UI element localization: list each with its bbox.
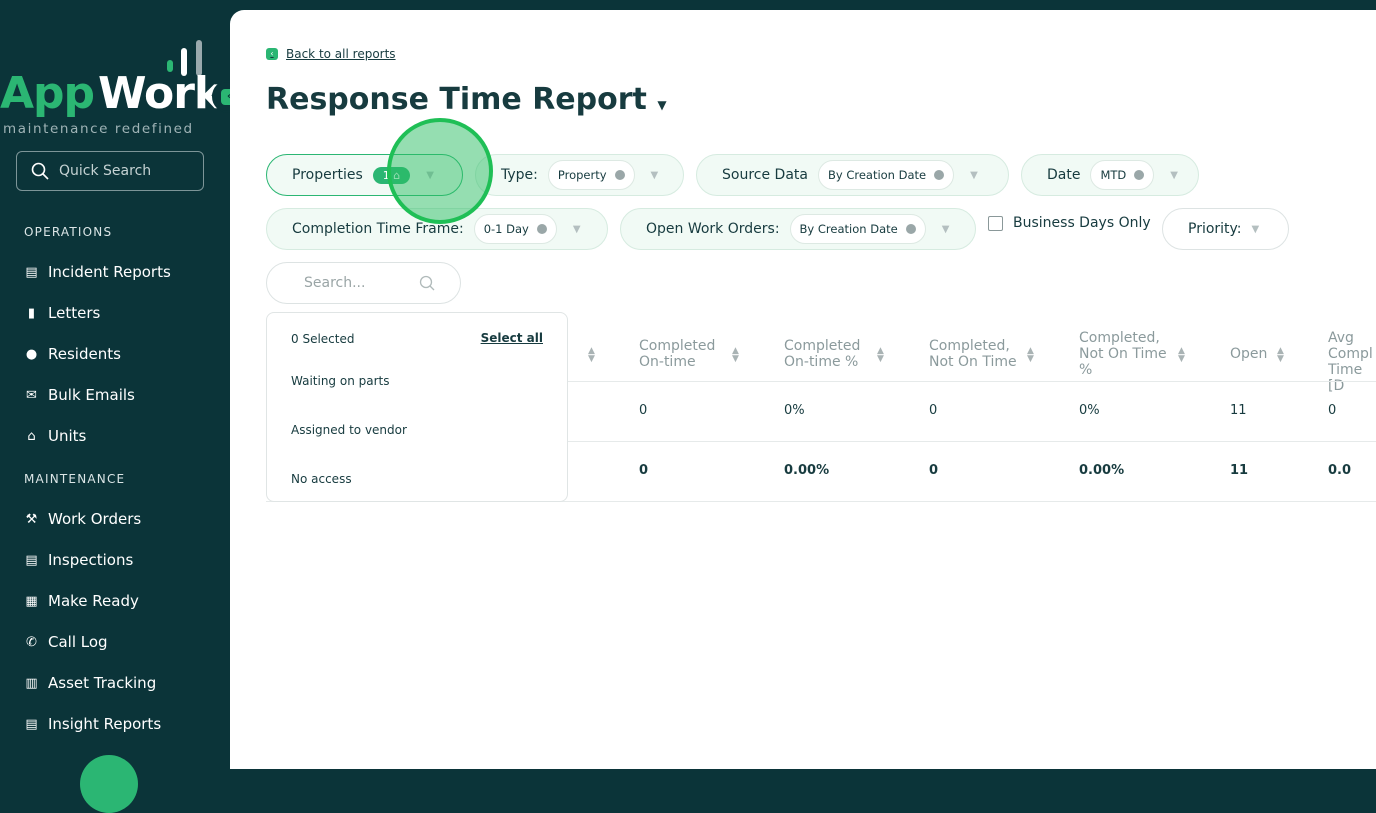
calendar-icon: ▦ [25,593,38,609]
nav-asset-tracking[interactable]: ▥ Asset Tracking [24,674,156,692]
caret-down-icon: ▼ [941,223,950,235]
caret-down-icon: ▼ [657,98,667,112]
clear-icon[interactable] [1134,170,1145,180]
quick-search-input[interactable]: Quick Search [16,151,204,191]
home-icon: ⌂ [27,428,36,444]
nav-units[interactable]: ⌂ Units [24,427,86,445]
caret-down-icon: ▼ [572,223,581,235]
dropdown-option[interactable]: No access [291,472,352,486]
section-operations: OPERATIONS [24,225,113,239]
sort-icon[interactable]: ▲ ▼ [732,347,739,364]
caret-down-icon: ▼ [970,169,978,181]
caret-down-icon: ▼ [650,169,659,181]
sidebar: App Work maintenance redefined ‹ Quick S… [0,0,245,813]
users-icon: ● [25,346,38,362]
dropdown-option[interactable]: Waiting on parts [291,374,389,388]
back-link[interactable]: ‹ Back to all reports [266,47,396,61]
help-button[interactable] [80,755,138,813]
report-icon: ▤ [25,716,38,732]
source-data-filter[interactable]: Source Data By Creation Date ▼ [696,154,1009,196]
clear-icon[interactable] [614,170,625,180]
letter-icon: ▮ [27,305,36,321]
main-content: ‹ Back to all reports Response Time Repor… [230,10,1376,769]
nav-letters[interactable]: ▮ Letters [24,304,100,322]
open-work-orders-filter[interactable]: Open Work Orders: By Creation Date ▼ [620,208,976,250]
sort-icon[interactable]: ▲ ▼ [1178,347,1185,364]
search-input[interactable]: Search... [266,262,461,304]
source-chip[interactable]: By Creation Date [817,160,955,190]
appwork-logo: App Work maintenance redefined ‹ [0,38,245,138]
nav-incident-reports[interactable]: ▤ Incident Reports [24,263,170,281]
clear-icon[interactable] [536,224,547,234]
type-chip[interactable]: Property [547,160,635,190]
completion-chip[interactable]: 0-1 Day [473,214,557,244]
date-filter[interactable]: Date MTD ▼ [1021,154,1199,196]
nav-bulk-emails[interactable]: ✉ Bulk Emails [24,386,135,404]
click-indicator [387,118,493,224]
envelope-icon: ✉ [26,387,37,403]
nav-residents[interactable]: ● Residents [24,345,121,363]
status-dropdown: 0 Selected Select all Waiting on parts A… [266,312,568,502]
nav-call-log[interactable]: ✆ Call Log [24,633,108,651]
sort-icon[interactable]: ▲ ▼ [877,347,884,364]
page-title[interactable]: Response Time Report ▼ [266,82,667,117]
open-wo-chip[interactable]: By Creation Date [789,214,926,244]
wrench-icon: ⚒ [25,511,38,527]
type-filter[interactable]: Type: Property ▼ [475,154,684,196]
checkbox[interactable] [988,215,1003,231]
phone-icon: ✆ [26,634,37,650]
dropdown-option[interactable]: Assigned to vendor [291,423,407,437]
clipboard-icon: ▤ [25,552,38,568]
search-icon [419,275,435,291]
nav-work-orders[interactable]: ⚒ Work Orders [24,510,142,528]
nav-insight-reports[interactable]: ▤ Insight Reports [24,715,161,733]
sort-icon[interactable]: ▲ ▼ [1027,347,1034,364]
caret-down-icon: ▼ [1251,223,1260,235]
business-days-checkbox[interactable]: Business Days Only [988,215,1151,231]
arrow-left-icon: ‹ [266,48,278,60]
caret-down-icon: ▼ [1170,169,1178,181]
section-maintenance: MAINTENANCE [24,472,126,486]
document-icon: ▤ [25,264,38,280]
search-icon [31,162,49,180]
sort-icon[interactable]: ▲ ▼ [1277,347,1284,364]
sort-icon[interactable]: ▲ ▼ [588,347,595,364]
nav-inspections[interactable]: ▤ Inspections [24,551,133,569]
barcode-icon: ▥ [25,675,38,691]
clear-icon[interactable] [934,170,945,180]
priority-filter[interactable]: Priority: ▼ [1162,208,1289,250]
clear-icon[interactable] [905,224,916,234]
date-chip[interactable]: MTD [1090,160,1155,190]
select-all-link[interactable]: Select all [481,331,543,345]
nav-make-ready[interactable]: ▦ Make Ready [24,592,139,610]
